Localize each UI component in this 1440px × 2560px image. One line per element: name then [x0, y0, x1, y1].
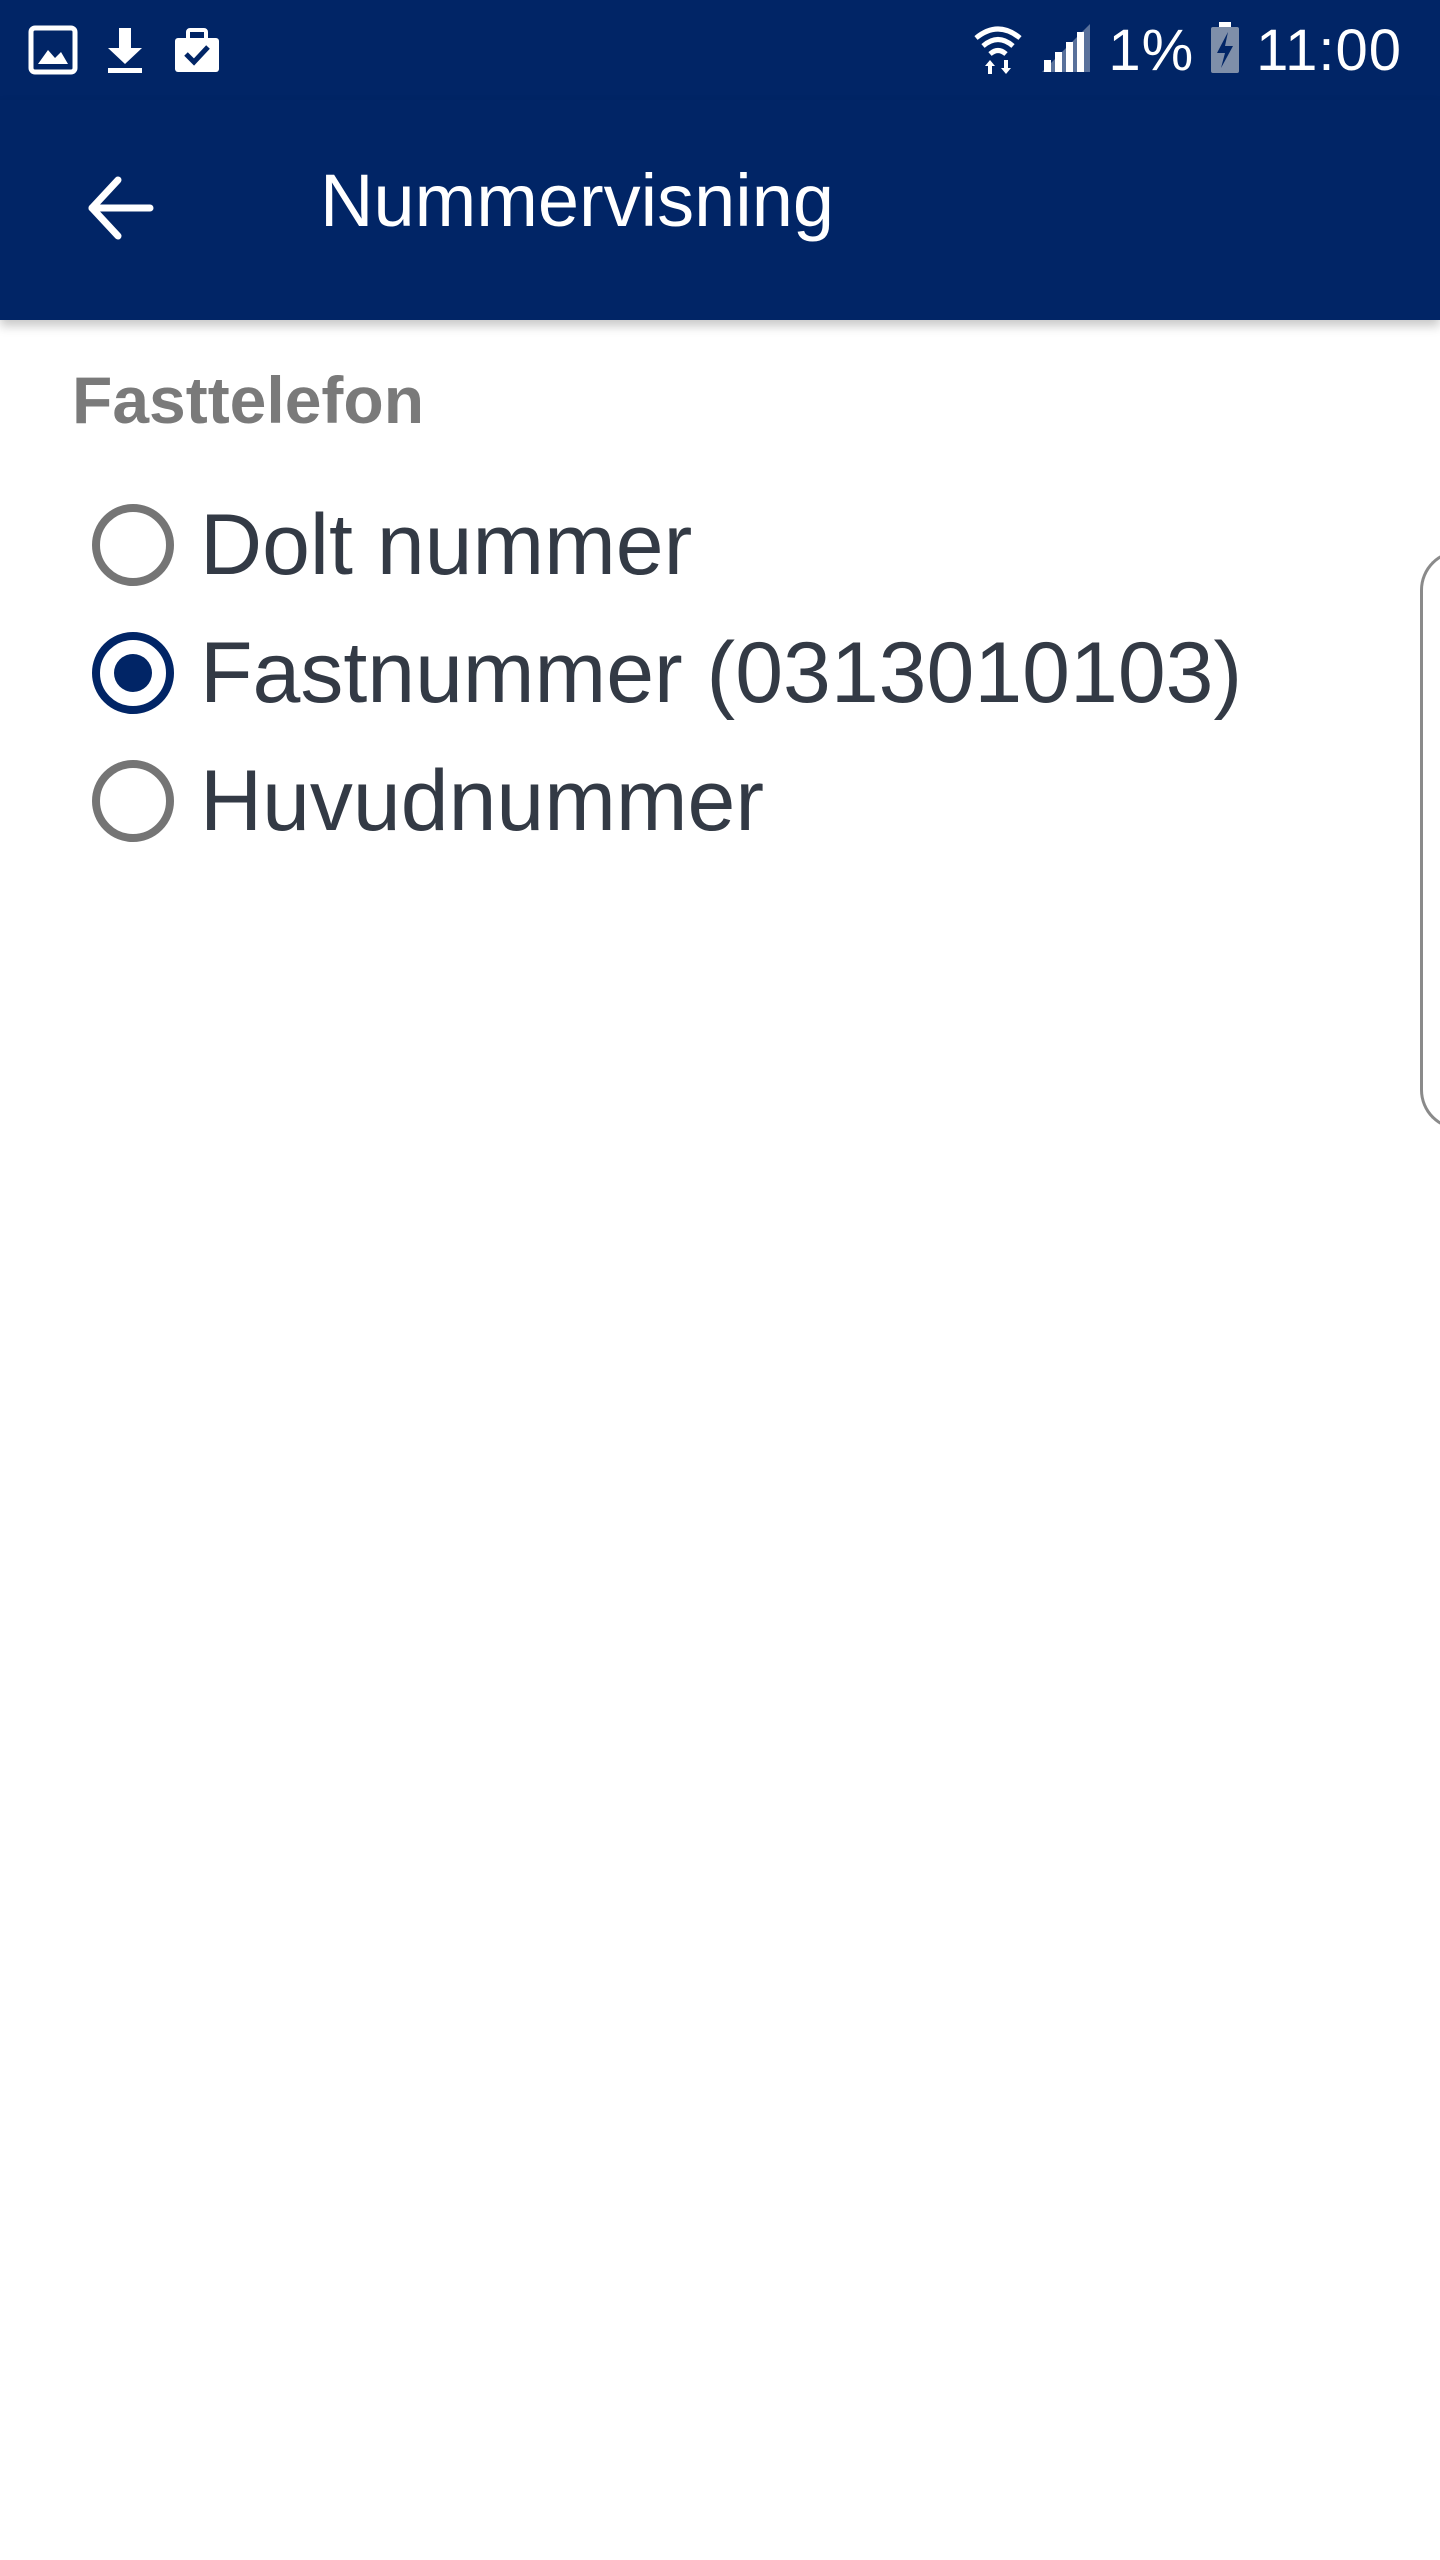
battery-percent: 1% — [1108, 17, 1195, 83]
radio-label: Fastnummer (0313010103) — [200, 624, 1243, 721]
status-bar: 1% 11:00 — [0, 0, 1440, 100]
notification-icons — [28, 20, 222, 80]
back-button[interactable] — [60, 150, 180, 270]
section-title: Fasttelefon — [72, 363, 425, 437]
radio-button[interactable] — [92, 760, 174, 842]
download-icon — [100, 22, 150, 78]
radio-option-hidden-number[interactable]: Dolt nummer — [92, 485, 692, 605]
clock: 11:00 — [1256, 17, 1402, 83]
gallery-icon — [28, 22, 78, 78]
system-status: 1% 11:00 — [972, 14, 1402, 86]
radio-selected-dot — [114, 654, 152, 692]
battery-charging-icon — [1208, 20, 1242, 81]
briefcase-check-icon — [172, 22, 222, 78]
radio-button-selected[interactable] — [92, 632, 174, 714]
radio-option-fixed-number[interactable]: Fastnummer (0313010103) — [92, 613, 1242, 733]
radio-label: Huvudnummer — [200, 752, 764, 849]
arrow-back-icon — [84, 172, 156, 249]
page-title: Nummervisning — [320, 159, 835, 242]
radio-button[interactable] — [92, 504, 174, 586]
app-bar: Nummervisning — [0, 100, 1440, 320]
radio-label: Dolt nummer — [200, 496, 693, 593]
wifi-icon — [972, 20, 1024, 81]
radio-option-main-number[interactable]: Huvudnummer — [92, 741, 764, 861]
edge-panel-handle[interactable] — [1420, 550, 1440, 1130]
signal-icon — [1038, 20, 1094, 81]
